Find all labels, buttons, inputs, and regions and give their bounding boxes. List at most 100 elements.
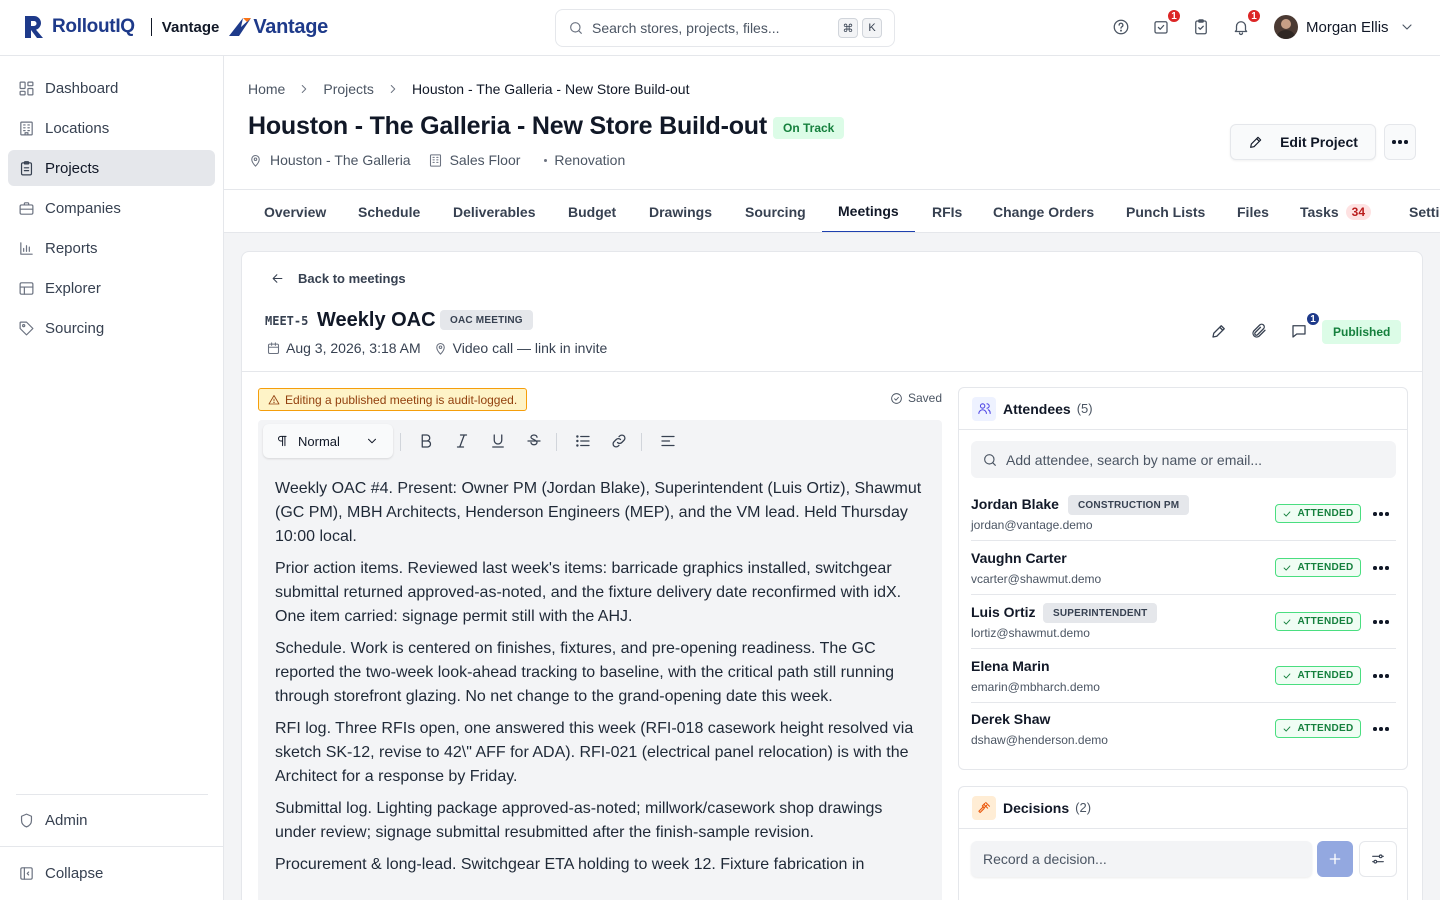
gavel-icon [972,795,996,820]
edit-project-button[interactable]: Edit Project [1230,124,1376,160]
tab-settings[interactable]: Setti [1393,190,1440,232]
sidebar-item-companies[interactable]: Companies [8,190,215,226]
map-pin-icon [251,154,260,167]
attendee-more-button[interactable] [1371,504,1391,524]
notes-paragraph: RFI log. Three RFIs open, one answered t… [275,720,914,785]
collapse-sidebar-button[interactable]: Collapse [8,855,215,891]
attendee-more-button[interactable] [1371,719,1391,739]
bold-button[interactable] [416,431,436,451]
attendee-more-button[interactable] [1371,666,1391,686]
checklist-button[interactable] [1192,18,1212,38]
sidebar-item-admin[interactable]: Admin [8,802,215,838]
project-location: Houston - The Galleria [248,152,411,168]
editor-toolbar: Normal [258,420,942,462]
divider [242,371,1422,372]
breadcrumb-home[interactable]: Home [248,81,285,97]
attendee-more-button[interactable] [1371,612,1391,632]
tab-overview[interactable]: Overview [248,190,342,232]
tab-sourcing[interactable]: Sourcing [729,190,822,232]
sidebar-divider [16,794,208,795]
attendance-status-button[interactable]: ATTENDED [1275,558,1361,577]
attendance-status-button[interactable]: ATTENDED [1275,666,1361,685]
my-tasks-button[interactable]: 1 [1152,8,1182,38]
toolbar-divider [641,433,642,451]
attendance-status-button[interactable]: ATTENDED [1275,719,1361,738]
pencil-icon [1250,136,1262,148]
tab-meetings[interactable]: Meetings [822,190,915,232]
attendance-status-button[interactable]: ATTENDED [1275,612,1361,631]
notifications-button[interactable]: 1 [1232,8,1262,38]
attendee-more-button[interactable] [1371,558,1391,578]
sidebar-item-label: Projects [45,159,100,177]
attendee-row: Vaughn Carter vcarter@shawmut.demo ATTEN… [971,541,1396,595]
tab-files[interactable]: Files [1221,190,1285,232]
attendance-status-text: ATTENDED [1297,508,1354,519]
attendee-row: Elena Marin emarin@mbharch.demo ATTENDED [971,649,1396,703]
toolbar-divider [556,433,557,451]
tab-drawings[interactable]: Drawings [633,190,728,232]
attendee-role-badge: CONSTRUCTION PM [1068,495,1190,515]
bullet-dot [544,158,548,162]
tab-budget[interactable]: Budget [552,190,632,232]
attendee-name: Vaughn Carter [971,550,1067,566]
sidebar-item-reports[interactable]: Reports [8,230,215,266]
table-icon [19,281,34,295]
comments-button[interactable]: 1 [1290,311,1321,342]
attendee-email: emarin@mbharch.demo [971,680,1100,694]
attendee-row: Jordan Blake CONSTRUCTION PM jordan@vant… [971,487,1396,541]
underline-button[interactable] [488,431,508,451]
decision-options-button[interactable] [1359,841,1397,877]
bullet-list-button[interactable] [573,431,593,451]
add-attendee-input[interactable]: Add attendee, search by name or email... [971,441,1396,478]
app-logo[interactable]: RolloutIQ Vantage Vantage [22,14,328,40]
sidebar-divider [0,846,224,847]
edit-project-label: Edit Project [1280,134,1358,150]
meeting-location-text: Video call — link in invite [452,340,608,356]
save-status: Saved [890,391,942,405]
project-more-button[interactable] [1384,124,1416,160]
tasks-badge: 1 [1166,8,1182,24]
tenant-name: Vantage [161,18,220,36]
insert-link-button[interactable] [609,431,629,451]
paragraph-style-select[interactable]: Normal [263,424,393,458]
chevron-down-icon [368,438,376,444]
tab-punch-lists[interactable]: Punch Lists [1110,190,1221,232]
tab-change-orders[interactable]: Change Orders [977,190,1110,232]
attendance-status-button[interactable]: ATTENDED [1275,504,1361,523]
edit-meeting-button[interactable] [1210,322,1230,342]
sidebar-item-explorer[interactable]: Explorer [8,270,215,306]
save-status-text: Saved [908,391,943,405]
record-decision-input[interactable]: Record a decision... [971,841,1312,877]
project-type-text: Renovation [554,152,626,168]
search-icon [570,22,582,34]
meeting-title: Weekly OAC [317,309,436,331]
sidebar-item-label: Explorer [45,279,101,297]
align-button[interactable] [658,431,678,451]
sidebar-item-projects[interactable]: Projects [8,150,215,186]
tab-deliverables[interactable]: Deliverables [437,190,552,232]
audit-warning-banner: Editing a published meeting is audit-log… [258,388,528,411]
meeting-notes-editor[interactable]: Weekly OAC #4. Present: Owner PM (Jordan… [258,462,942,900]
italic-button[interactable] [452,431,472,451]
sidebar-item-locations[interactable]: Locations [8,110,215,146]
help-button[interactable] [1112,18,1132,38]
notes-paragraph: Weekly OAC #4. Present: Owner PM (Jordan… [275,480,922,545]
check-icon [1284,618,1291,625]
bar-chart-icon [20,241,33,255]
attendee-email: vcarter@shawmut.demo [971,572,1102,586]
tab-rfis[interactable]: RFIs [916,190,978,232]
back-to-meetings-link[interactable]: Back to meetings [270,271,406,286]
sidebar-item-sourcing[interactable]: Sourcing [8,310,215,346]
breadcrumb-projects[interactable]: Projects [323,81,374,97]
more-horizontal-icon [1373,620,1389,624]
strikethrough-button[interactable] [524,431,544,451]
tab-tasks[interactable]: Tasks 34 [1284,190,1387,232]
attach-file-button[interactable] [1250,322,1270,342]
global-search[interactable]: Search stores, projects, files... ⌘ K [555,9,895,47]
user-menu[interactable]: Morgan Ellis [1274,15,1415,39]
decisions-header: Decisions (2) [959,787,1407,829]
sidebar-item-dashboard[interactable]: Dashboard [8,70,215,106]
add-decision-button[interactable] [1317,841,1353,877]
paragraph-style-value: Normal [298,433,340,449]
tab-schedule[interactable]: Schedule [342,190,436,232]
